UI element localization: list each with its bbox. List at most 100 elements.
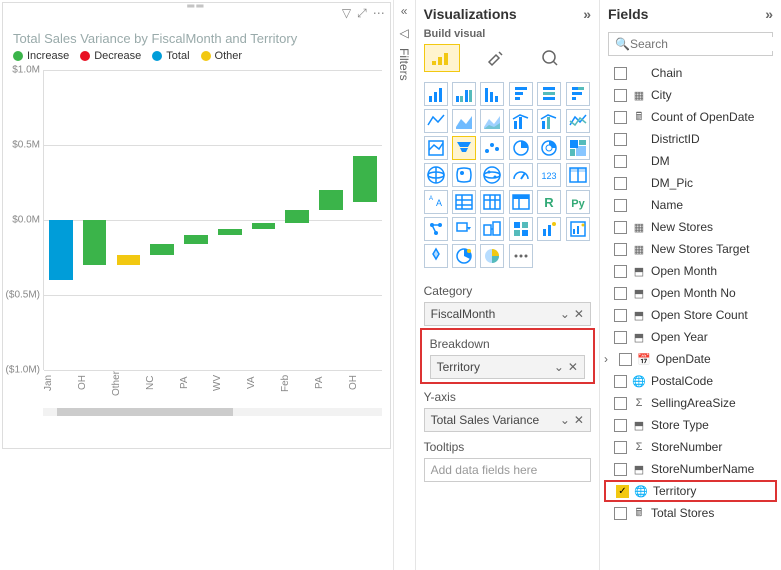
viz-type-14[interactable] (480, 136, 504, 160)
viz-type-35[interactable] (566, 217, 590, 241)
search-input[interactable] (630, 37, 781, 51)
field-checkbox[interactable] (614, 507, 627, 520)
field-checkbox[interactable] (614, 375, 627, 388)
field-name[interactable]: Name (604, 194, 777, 216)
viz-type-18[interactable] (424, 163, 448, 187)
viz-type-32[interactable] (480, 217, 504, 241)
viz-type-0[interactable] (424, 82, 448, 106)
field-checkbox[interactable] (614, 419, 627, 432)
bar[interactable] (285, 210, 309, 224)
viz-type-4[interactable] (537, 82, 561, 106)
remove-icon[interactable]: ✕ (574, 307, 584, 321)
chart-plot[interactable]: $1.0M$0.5M$0.0M($0.5M)($1.0M) (43, 70, 382, 370)
legend-item[interactable]: Total (152, 50, 189, 62)
field-checkbox[interactable] (614, 265, 627, 278)
legend-item[interactable]: Decrease (80, 50, 141, 62)
field-new-stores-target[interactable]: ▦New Stores Target (604, 238, 777, 260)
bar[interactable] (218, 229, 242, 235)
viz-type-26[interactable] (480, 190, 504, 214)
bar[interactable] (117, 255, 141, 266)
viz-type-8[interactable] (480, 109, 504, 133)
x-scrollbar[interactable] (43, 408, 382, 416)
bar[interactable] (252, 223, 276, 229)
more-icon[interactable]: ⋯ (373, 6, 385, 21)
field-checkbox[interactable] (614, 133, 627, 146)
chevron-down-icon[interactable]: ⌄ (560, 413, 570, 427)
field-chain[interactable]: Chain (604, 62, 777, 84)
viz-type-21[interactable] (509, 163, 533, 187)
scroll-thumb[interactable] (57, 408, 233, 416)
viz-type-23[interactable] (566, 163, 590, 187)
collapse-fields-icon[interactable]: » (765, 6, 773, 22)
filters-icon[interactable]: ◁ (400, 26, 409, 40)
field-checkbox[interactable] (614, 287, 627, 300)
field-opendate[interactable]: 📅OpenDate (604, 348, 777, 370)
viz-type-24[interactable]: AA (424, 190, 448, 214)
report-canvas[interactable]: ══ ▽ ⤢ ⋯ Total Sales Variance by FiscalM… (2, 2, 391, 449)
viz-type-5[interactable] (566, 82, 590, 106)
legend-item[interactable]: Other (201, 50, 243, 62)
viz-type-10[interactable] (537, 109, 561, 133)
drag-handle[interactable]: ══ (187, 1, 205, 12)
expand-filters-icon[interactable]: « (401, 4, 408, 18)
tab-format[interactable] (478, 44, 514, 72)
tab-fields[interactable] (424, 44, 460, 72)
viz-type-15[interactable] (509, 136, 533, 160)
collapse-viz-icon[interactable]: » (583, 6, 591, 22)
field-open-year[interactable]: ⬒Open Year (604, 326, 777, 348)
field-checkbox[interactable] (616, 485, 629, 498)
field-checkbox[interactable] (614, 397, 627, 410)
viz-type-36[interactable] (424, 244, 448, 268)
field-sellingareasize[interactable]: ΣSellingAreaSize (604, 392, 777, 414)
breakdown-well[interactable]: Territory ⌄✕ (430, 355, 585, 379)
viz-type-38[interactable] (480, 244, 504, 268)
viz-type-12[interactable] (424, 136, 448, 160)
yaxis-well[interactable]: Total Sales Variance ⌄✕ (424, 408, 591, 432)
field-checkbox[interactable] (614, 89, 627, 102)
field-checkbox[interactable] (619, 353, 632, 366)
fields-search[interactable]: 🔍 (608, 32, 773, 56)
bar[interactable] (150, 244, 174, 255)
bar[interactable] (184, 235, 208, 244)
viz-type-20[interactable] (480, 163, 504, 187)
field-open-store-count[interactable]: ⬒Open Store Count (604, 304, 777, 326)
field-checkbox[interactable] (614, 441, 627, 454)
bar[interactable] (83, 220, 107, 265)
field-count-of-opendate[interactable]: 🖩Count of OpenDate (604, 106, 777, 128)
field-open-month-no[interactable]: ⬒Open Month No (604, 282, 777, 304)
focus-icon[interactable]: ⤢ (357, 6, 367, 21)
viz-type-39[interactable] (509, 244, 533, 268)
field-storenumbername[interactable]: ⬒StoreNumberName (604, 458, 777, 480)
field-checkbox[interactable] (614, 67, 627, 80)
viz-type-25[interactable] (452, 190, 476, 214)
tab-analytics[interactable] (532, 44, 568, 72)
bar[interactable] (49, 220, 73, 280)
viz-type-3[interactable] (509, 82, 533, 106)
viz-type-2[interactable] (480, 82, 504, 106)
chevron-down-icon[interactable]: ⌄ (554, 360, 564, 374)
viz-type-22[interactable]: 123 (537, 163, 561, 187)
viz-type-7[interactable] (452, 109, 476, 133)
field-storenumber[interactable]: ΣStoreNumber (604, 436, 777, 458)
field-checkbox[interactable] (614, 155, 627, 168)
field-dm[interactable]: DM (604, 150, 777, 172)
viz-type-37[interactable] (452, 244, 476, 268)
filters-label[interactable]: Filters (397, 48, 411, 81)
viz-type-6[interactable] (424, 109, 448, 133)
field-checkbox[interactable] (614, 309, 627, 322)
viz-type-1[interactable] (452, 82, 476, 106)
viz-type-9[interactable] (509, 109, 533, 133)
viz-type-29[interactable]: Py (566, 190, 590, 214)
remove-icon[interactable]: ✕ (574, 413, 584, 427)
remove-icon[interactable]: ✕ (568, 360, 578, 374)
field-territory[interactable]: 🌐Territory (604, 480, 777, 502)
viz-type-13[interactable] (452, 136, 476, 160)
viz-type-19[interactable] (452, 163, 476, 187)
field-checkbox[interactable] (614, 111, 627, 124)
field-open-month[interactable]: ⬒Open Month (604, 260, 777, 282)
field-postalcode[interactable]: 🌐PostalCode (604, 370, 777, 392)
bar[interactable] (319, 190, 343, 210)
field-districtid[interactable]: DistrictID (604, 128, 777, 150)
tooltips-well[interactable]: Add data fields here (424, 458, 591, 482)
viz-type-17[interactable] (566, 136, 590, 160)
